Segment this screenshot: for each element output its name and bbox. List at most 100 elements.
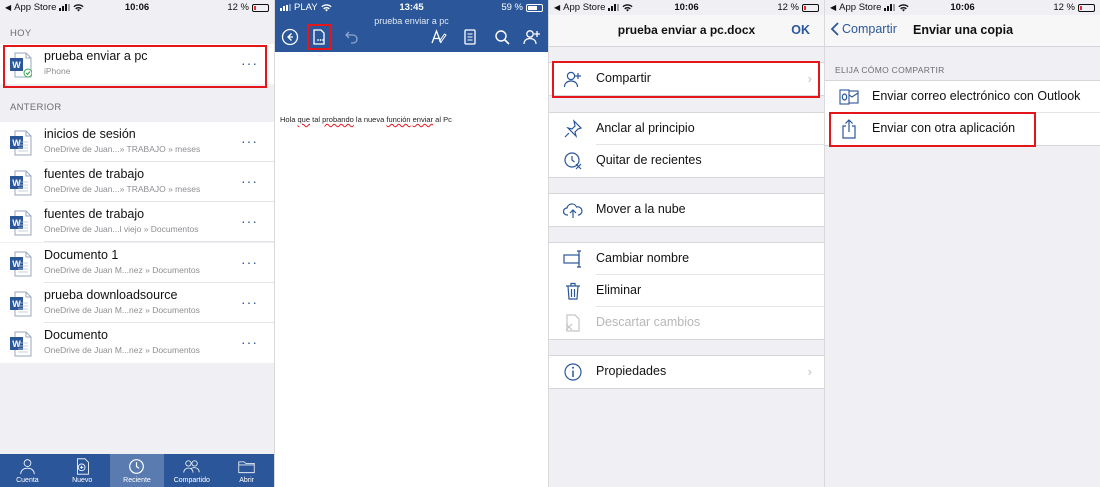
file-location: OneDrive de Juan...» TRABAJO » meses (44, 144, 201, 154)
menu-item-share[interactable]: Compartir › (549, 63, 824, 95)
more-options-icon[interactable]: ··· (241, 294, 258, 310)
menu-item-label: Cambiar nombre (596, 251, 690, 265)
battery-percent: 12 % (227, 2, 249, 13)
undo-icon[interactable] (343, 28, 361, 46)
menu-group-share: Compartir › (549, 62, 824, 96)
text-run: tal (310, 115, 323, 124)
text-run: Hola (280, 115, 298, 124)
back-app-label[interactable]: App Store (14, 2, 56, 13)
file-row[interactable]: Wfuentes de trabajo OneDrive de Juan...» … (0, 162, 274, 203)
chevron-right-icon: › (807, 364, 812, 379)
menu-item-rename[interactable]: Cambiar nombre (549, 243, 824, 275)
file-location: OneDrive de Juan M...nez » Documentos (44, 264, 200, 275)
nav-bar: prueba enviar a pc.docx OK (549, 15, 824, 47)
text-run: la nueva (353, 115, 387, 124)
tab-shared[interactable]: Compartido (164, 454, 219, 487)
battery-icon (526, 3, 543, 12)
trash-icon (563, 281, 583, 301)
back-app-label[interactable]: App Store (839, 2, 881, 13)
menu-item-label: Descartar cambios (596, 315, 701, 329)
wifi-icon (321, 3, 332, 12)
chevron-right-icon: › (807, 71, 812, 86)
svg-text:W: W (12, 299, 21, 309)
more-options-icon[interactable]: ··· (241, 254, 258, 270)
tab-new[interactable]: Nuevo (55, 454, 110, 487)
menu-item-label: Quitar de recientes (596, 153, 702, 167)
file-row[interactable]: W Documento OneDrive de Juan M...nez » Doc… (0, 323, 274, 363)
file-row[interactable]: Winicios de sesión OneDrive de Juan...» T… (0, 122, 274, 162)
file-menu-icon[interactable] (310, 28, 328, 46)
menu-item-properties[interactable]: Propiedades › (549, 356, 824, 388)
tab-recent[interactable]: Reciente (109, 454, 165, 487)
word-toolbar: PLAY 13:45 59 % prueba enviar a pc (275, 0, 548, 52)
option-outlook[interactable]: Enviar correo electrónico con Outlook (825, 81, 1100, 113)
back-app-label[interactable]: App Store (563, 2, 605, 13)
signal-icon (59, 4, 71, 11)
back-circle-icon[interactable] (281, 28, 299, 46)
option-other-app[interactable]: Enviar con otra aplicación (825, 113, 1100, 145)
back-arrow-icon[interactable]: ◀ (5, 3, 11, 12)
battery-percent: 59 % (501, 2, 523, 13)
tab-account[interactable]: Cuenta (0, 454, 55, 487)
tab-label: Reciente (123, 476, 151, 484)
svg-text:W: W (12, 218, 21, 228)
file-row[interactable]: Wprueba downloadsource OneDrive de Juan M… (0, 282, 274, 323)
reading-view-icon[interactable] (461, 28, 479, 46)
text-run-misspelled: que (297, 115, 311, 124)
file-row[interactable]: W Documento 1 OneDrive de Juan M...nez » D… (0, 242, 274, 283)
menu-item-label: Anclar al principio (596, 121, 695, 135)
search-icon[interactable] (493, 28, 511, 46)
signal-icon (608, 4, 620, 11)
bottom-tab-bar: Cuenta Nuevo Reciente Compartido Abrir (0, 454, 274, 487)
back-arrow-icon[interactable]: ◀ (830, 3, 836, 12)
file-row[interactable]: Wfuentes de trabajo OneDrive de Juan...l … (0, 202, 274, 243)
back-arrow-icon[interactable]: ◀ (554, 3, 560, 12)
status-bar: ◀ App Store 10:06 12 % (549, 0, 824, 15)
tab-open[interactable]: Abrir (219, 454, 274, 487)
outlook-icon (839, 87, 859, 107)
svg-text:W: W (12, 339, 21, 349)
document-body-text[interactable]: Hola que tal probando la nueva función e… (280, 115, 452, 124)
file-location: OneDrive de Juan M...nez » Documentos (44, 345, 200, 355)
battery-icon (802, 3, 819, 12)
battery-icon (1078, 3, 1095, 12)
menu-item-pin[interactable]: Anclar al principio (549, 113, 824, 145)
back-button[interactable]: Compartir (830, 22, 897, 36)
menu-item-label: Propiedades (596, 364, 667, 378)
menu-item-discard: Descartar cambios (549, 307, 824, 339)
file-location: OneDrive de Juan...» TRABAJO » meses (44, 184, 201, 195)
svg-text:W: W (12, 178, 21, 188)
more-options-icon[interactable]: ··· (241, 133, 258, 149)
word-doc-icon: W (10, 251, 32, 277)
menu-item-delete[interactable]: Eliminar (549, 275, 824, 307)
option-label: Enviar correo electrónico con Outlook (872, 89, 1081, 103)
battery-percent: 12 % (1053, 2, 1075, 13)
pin-icon (563, 119, 583, 139)
discard-icon (563, 313, 583, 333)
svg-text:W: W (12, 138, 21, 148)
tab-label: Nuevo (72, 476, 93, 484)
text-run-misspelled: función (386, 115, 411, 124)
word-doc-icon: W (10, 170, 32, 196)
more-options-icon[interactable]: ··· (241, 334, 258, 350)
clock-icon (129, 458, 145, 474)
ok-button[interactable]: OK (791, 23, 810, 37)
menu-item-move-cloud[interactable]: Mover a la nube (549, 194, 824, 226)
more-options-icon[interactable]: ··· (241, 173, 258, 189)
section-header: ELIJA CÓMO COMPARTIR (835, 65, 945, 75)
more-options-icon[interactable]: ··· (241, 55, 258, 71)
menu-item-label: Compartir (596, 71, 651, 85)
menu-item-remove-recent[interactable]: Quitar de recientes (549, 145, 824, 177)
word-doc-icon: W (10, 291, 32, 317)
share-person-icon[interactable] (523, 28, 541, 46)
svg-text:W: W (12, 60, 21, 70)
new-doc-icon (76, 457, 89, 475)
file-name: prueba downloadsource (44, 287, 178, 302)
carrier-label: PLAY (294, 2, 318, 13)
back-button-label: Compartir (842, 22, 897, 36)
text-format-icon[interactable] (430, 28, 448, 46)
section-header-today: HOY (10, 28, 32, 39)
file-row-today[interactable]: W prueba enviar a pc iPhone ··· (0, 44, 274, 84)
folder-icon (238, 460, 255, 473)
more-options-icon[interactable]: ··· (241, 213, 258, 229)
